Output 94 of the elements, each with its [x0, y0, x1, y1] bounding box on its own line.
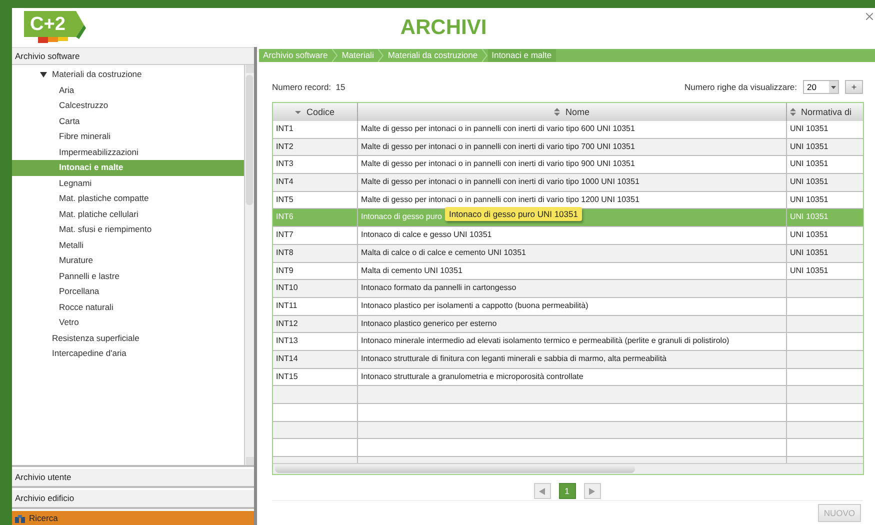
tree-item[interactable]: Fibre minerali	[12, 129, 244, 144]
tree-item[interactable]: Legnami	[12, 176, 244, 191]
scrollbar[interactable]	[273, 463, 863, 474]
accordion-header[interactable]: Archivio utente	[12, 469, 254, 488]
table-cell: INT4	[276, 177, 294, 186]
table-cell: INT3	[276, 159, 294, 168]
tree-item[interactable]: Impermeabilizzazioni	[12, 144, 244, 160]
sort-icon[interactable]	[790, 108, 796, 116]
column-header[interactable]: Nome	[358, 103, 787, 121]
chevron-icon	[332, 49, 338, 62]
table-cell: INT10	[276, 283, 298, 292]
right-arrow-icon	[589, 488, 595, 494]
table-cell: Intonaco plastico generico per esterno	[361, 318, 497, 328]
section-header[interactable]: Archivio software	[12, 47, 254, 65]
tree-item[interactable]: Mat. sfusi e riempimento	[12, 222, 244, 238]
tooltip: Intonaco di gesso puro UNI 10351	[444, 207, 582, 222]
table-cell: Malte di gesso per intonaci o in pannelli con inerti di vario tipo 900 UNI 10351	[361, 159, 635, 168]
chevron-icon	[378, 49, 384, 62]
table-cell: Intonaco minerale intermedio ad elevati isolamento termico e permeabilità (perlite e granuli di polistirolo)	[361, 336, 730, 346]
rows-select[interactable]: 20	[803, 80, 839, 94]
tree-item[interactable]: Intercapedine d'aria	[12, 346, 244, 362]
table-row[interactable]: INT2 Malte di gesso per intonaci o in pannelli con inerti di vario tipo 700 UNI 10351 UNI 10351	[273, 138, 863, 156]
table-row[interactable]: INT10 Intonaco formato da pannelli in cartongesso	[273, 280, 863, 298]
tree-item[interactable]: Metalli	[12, 238, 244, 253]
caret-icon	[829, 81, 838, 93]
rows-label: Numero righe da visualizzare:	[684, 82, 797, 92]
table-cell: Malta di calce o di calce e cemento UNI 10351	[361, 248, 526, 257]
sort-icon[interactable]	[554, 108, 560, 116]
triangle-icon[interactable]	[40, 71, 47, 78]
table-cell: Intonaco di calce e gesso UNI 10351	[361, 230, 492, 240]
table-cell: INT15	[276, 372, 298, 381]
tree-item[interactable]: Porcellana	[12, 284, 244, 300]
tree-item[interactable]: Pannelli e lastre	[12, 268, 244, 284]
tree-item[interactable]: Rocce naturali	[12, 300, 244, 315]
table-cell: UNI 10351	[790, 159, 828, 168]
table-cell: UNI 10351	[790, 248, 828, 257]
sort-icon[interactable]	[295, 108, 302, 116]
page-title: ARCHIVI	[399, 16, 488, 40]
chevron-icon	[482, 49, 488, 62]
search-panel[interactable]: Ricerca	[12, 511, 254, 525]
previous-page-button[interactable]	[534, 483, 550, 499]
table-cell: Malte di gesso per intonaci o in pannelli con inerti di vario tipo 1200 UNI 10351	[361, 194, 640, 204]
table-cell: INT7	[276, 230, 294, 240]
table-cell: Malte di gesso per intonaci o in pannelli con inerti di vario tipo 1000 UNI 10351	[361, 177, 640, 186]
table-cell: INT1	[276, 124, 294, 133]
binoculars-icon	[15, 514, 25, 522]
table-cell: INT11	[276, 300, 298, 310]
tree-item[interactable]: Aria	[12, 82, 244, 98]
table-cell: INT13	[276, 336, 298, 346]
table-cell: UNI 10351	[790, 212, 828, 222]
table-cell: INT12	[276, 318, 298, 328]
table-cell: UNI 10351	[790, 177, 828, 186]
table-cell: UNI 10351	[790, 266, 828, 274]
table-cell: Intonaco strutturale di finitura con leganti minerali e sabbia di marmo, alta permeabilità	[361, 354, 666, 363]
tree-item[interactable]: Mat. plastiche compatte	[12, 191, 244, 206]
table-cell: INT2	[276, 142, 294, 151]
tree-item[interactable]: Mat. platiche cellulari	[12, 206, 244, 222]
table-row[interactable]: INT6 Intonaco di gesso puro Intonaco di gesso puro UNI 10351 UNI 10351	[273, 209, 863, 228]
panel-label: Ricerca	[29, 513, 58, 523]
table-row[interactable]: INT4 Malte di gesso per intonaci o in pannelli con inerti di vario tipo 1000 UNI 10351 UNI 10351	[273, 174, 863, 192]
accordion-header[interactable]: Archivio edificio	[12, 490, 254, 509]
table-cell: Intonaco formato da pannelli in cartongesso	[361, 283, 516, 292]
table-cell: UNI 10351	[790, 230, 828, 240]
tree-item[interactable]: Materiali da costruzione	[12, 67, 244, 82]
table-cell: INT14	[276, 354, 298, 363]
table-cell: INT5	[276, 194, 294, 204]
table-cell: Intonaco plastico per isolamenti a cappotto (buona permeabilità)	[361, 300, 588, 310]
table-cell: Intonaco strutturale a granulometria e microporosità controllate	[361, 372, 584, 381]
table-row[interactable]: INT12 Intonaco plastico generico per esterno	[273, 316, 863, 334]
scrollbar[interactable]	[244, 65, 254, 465]
add-button[interactable]: +	[845, 80, 863, 94]
column-header[interactable]: Normativa di	[787, 103, 863, 121]
table-cell: Intonaco di gesso puro	[361, 212, 442, 222]
next-page-button[interactable]	[584, 483, 600, 499]
tree-item[interactable]: Murature	[12, 253, 244, 268]
left-arrow-icon	[539, 488, 545, 494]
table-cell: UNI 10351	[790, 142, 828, 151]
table-cell: INT9	[276, 266, 294, 274]
table-cell: Malte di gesso per intonaci o in pannelli con inerti di vario tipo 600 UNI 10351	[361, 124, 635, 133]
tree-item[interactable]: Resistenza superficiale	[12, 330, 244, 346]
table-cell: INT8	[276, 248, 294, 257]
table-row[interactable]: INT14 Intonaco strutturale di finitura con leganti minerali e sabbia di marmo, alta permeabilità	[273, 350, 863, 369]
tree-item[interactable]: Calcestruzzo	[12, 98, 244, 114]
close-icon[interactable]	[866, 13, 873, 20]
table-cell: Malte di gesso per intonaci o in pannelli con inerti di vario tipo 700 UNI 10351	[361, 142, 635, 151]
table-row[interactable]: INT8 Malta di calce o di calce e cemento UNI 10351 UNI 10351	[273, 244, 863, 262]
column-header[interactable]: Codice	[273, 103, 358, 121]
table-cell: INT6	[276, 212, 294, 222]
table-cell: Malta di cemento UNI 10351	[361, 266, 462, 274]
table-cell: UNI 10351	[790, 124, 828, 133]
table-cell: UNI 10351	[790, 194, 828, 204]
record-count-label: Numero record: 15	[272, 82, 346, 92]
tree-item[interactable]: Vetro	[12, 315, 244, 330]
tree-item[interactable]: Carta	[12, 114, 244, 129]
